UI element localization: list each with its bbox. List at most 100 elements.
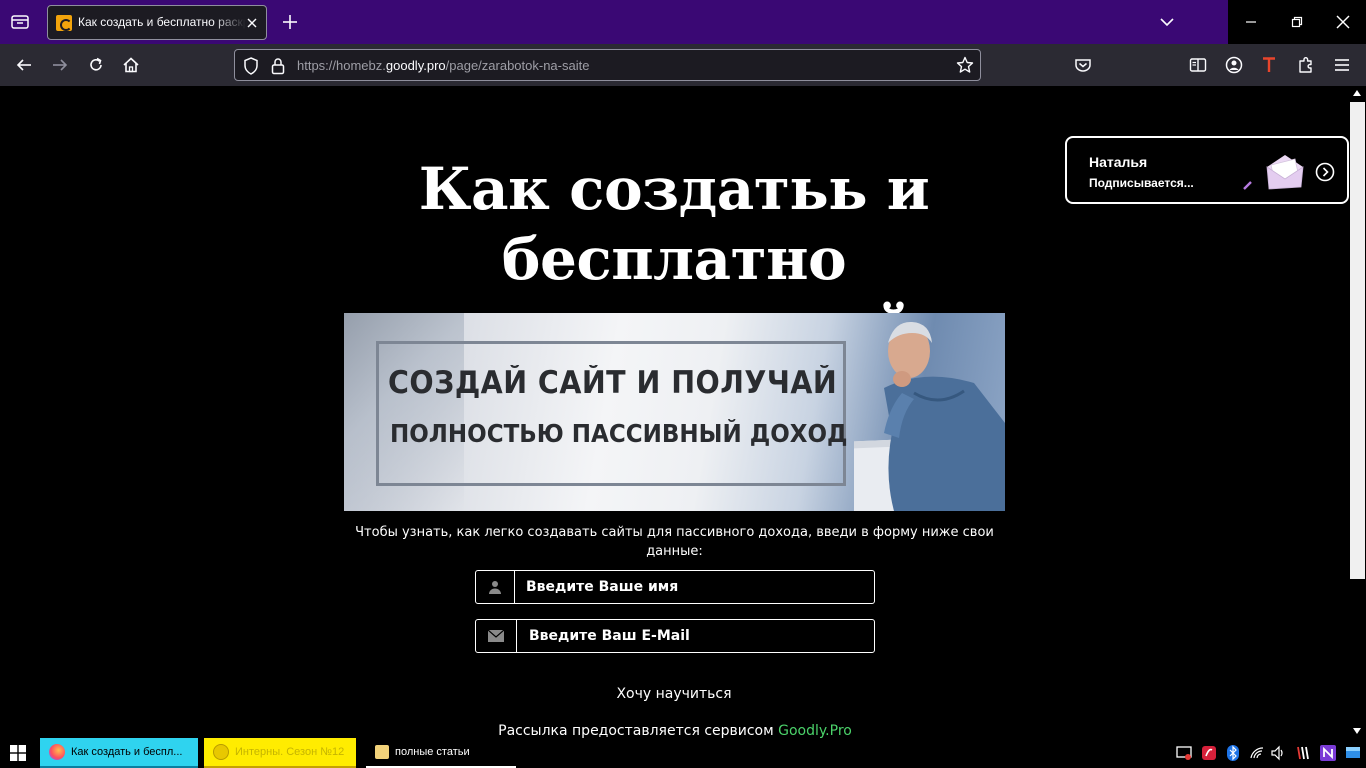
taskbar-item-label: Интерны. Сезон №12: [235, 746, 345, 758]
taskbar-item-label: Как создать и беспл...: [71, 746, 183, 758]
headline-line-1: Как создатьь и бесплатно: [418, 155, 930, 293]
subscriber-status: Подписывается...: [1089, 176, 1194, 190]
tab-bar: Как создать и бесплатно раскрутить сайт: [0, 0, 1366, 44]
chevron-down-icon[interactable]: [1158, 13, 1176, 31]
service-footer-text: Рассылка предоставляется сервисом: [498, 723, 779, 738]
back-arrow-icon: [16, 59, 31, 71]
close-icon: [1336, 15, 1350, 29]
hamburger-menu-icon: [1335, 59, 1349, 71]
subscriber-name: Наталья: [1089, 154, 1148, 170]
user-icon: [489, 581, 501, 594]
n-app-icon: [1320, 745, 1336, 761]
extensions-button[interactable]: [1294, 53, 1318, 77]
url-path: /page/zarabotok-na-saite: [445, 58, 590, 73]
sidebar-button[interactable]: [1186, 53, 1210, 77]
taskbar-item-folder[interactable]: полные статьи: [366, 738, 516, 768]
lock-icon[interactable]: [271, 57, 285, 75]
scroll-thumb[interactable]: [1350, 102, 1365, 579]
url-host: goodly.pro: [385, 58, 446, 73]
tray-n-app[interactable]: [1318, 743, 1338, 763]
scroll-up-icon[interactable]: [1352, 88, 1362, 98]
subscriber-notification[interactable]: Наталья Подписывается...: [1065, 136, 1349, 204]
stripes-app-icon: [1297, 746, 1309, 760]
bookmark-star-icon[interactable]: [956, 56, 974, 74]
intro-text: Чтобы узнать, как легко создавать сайты …: [355, 525, 994, 559]
tray-winrar[interactable]: [1293, 743, 1313, 763]
minimize-icon: [1246, 21, 1256, 23]
action-center-icon: [1346, 747, 1360, 758]
taskbar-item-label: полные статьи: [395, 746, 470, 758]
list-all-tabs-button[interactable]: [0, 0, 40, 44]
banner-line-2: ПОЛНОСТЬЮ ПАССИВНЫЙ ДОХОД: [390, 419, 848, 448]
tab-list-icon: [11, 15, 29, 29]
navigation-toolbar: https://homebz.goodly.pro/page/zarabotok…: [0, 44, 1366, 86]
url-prefix: https://homebz.: [297, 58, 386, 73]
address-bar[interactable]: https://homebz.goodly.pro/page/zarabotok…: [234, 49, 981, 81]
banner-frame: [376, 341, 846, 486]
puzzle-icon: [1299, 57, 1312, 73]
start-button[interactable]: [0, 738, 36, 768]
envelope-letter-icon: [1266, 155, 1304, 190]
promo-banner: СОЗДАЙ САЙТ И ПОЛУЧАЙ ПОЛНОСТЬЮ ПАССИВНЫ…: [344, 313, 1005, 511]
pocket-icon: [1075, 59, 1091, 72]
video-player-icon: [213, 744, 229, 760]
tray-icon-1[interactable]: [1174, 743, 1194, 763]
back-button[interactable]: [12, 53, 36, 77]
name-field[interactable]: Введите Ваше имя: [475, 570, 875, 604]
tray-notifications[interactable]: [1343, 743, 1363, 763]
tab-title: Как создать и бесплатно раскрутить сайт: [78, 15, 246, 29]
new-tab-icon[interactable]: [280, 12, 300, 32]
page-content: Как создатьь и бесплатно раскрутить сайт…: [0, 86, 1349, 738]
banner-line-1: СОЗДАЙ САЙТ И ПОЛУЧАЙ: [388, 365, 838, 401]
speaker-icon: [1271, 745, 1283, 761]
goodly-favicon-icon: [56, 15, 72, 31]
account-button[interactable]: [1222, 53, 1246, 77]
learn-button[interactable]: Хочу научиться: [574, 686, 774, 702]
close-tab-icon[interactable]: [244, 15, 260, 31]
tray-volume[interactable]: [1268, 743, 1288, 763]
envelope-icon-box: [476, 620, 517, 652]
windows-logo-icon: [10, 745, 26, 761]
windows-taskbar: Как создать и беспл... Интерны. Сезон №1…: [0, 738, 1366, 768]
man-with-laptop-image: [854, 321, 1005, 511]
close-window-button[interactable]: [1320, 0, 1366, 44]
pocket-button[interactable]: [1071, 53, 1095, 77]
monitor-alert-icon: [1176, 746, 1192, 760]
email-placeholder: Введите Ваш E-Mail: [529, 628, 690, 644]
pencil-icon: [1243, 181, 1252, 190]
t-extension-icon: [1263, 57, 1275, 72]
active-tab[interactable]: Как создать и бесплатно раскрутить сайт: [47, 5, 267, 40]
firefox-icon: [49, 744, 65, 760]
account-icon: [1225, 56, 1243, 74]
minimize-button[interactable]: [1228, 0, 1274, 44]
home-icon: [123, 57, 139, 73]
tray-icon-2[interactable]: [1199, 743, 1219, 763]
email-field[interactable]: Введите Ваш E-Mail: [475, 619, 875, 653]
url-text[interactable]: https://homebz.goodly.pro/page/zarabotok…: [297, 58, 589, 73]
red-app-icon: [1202, 746, 1216, 760]
envelope-icon: [488, 630, 504, 642]
page-scrollbar[interactable]: [1349, 86, 1366, 738]
scroll-down-icon[interactable]: [1352, 726, 1362, 736]
menu-button[interactable]: [1330, 53, 1354, 77]
restore-button[interactable]: [1274, 0, 1320, 44]
taskbar-item-video[interactable]: Интерны. Сезон №12: [204, 738, 356, 768]
tray-bluetooth[interactable]: [1223, 743, 1243, 763]
reload-icon: [90, 57, 102, 71]
tracking-protection-shield-icon[interactable]: [243, 57, 259, 75]
tray-wifi[interactable]: [1247, 743, 1267, 763]
goodly-link[interactable]: Goodly.Pro: [778, 723, 852, 738]
wifi-icon: [1250, 747, 1264, 759]
forward-button[interactable]: [48, 53, 72, 77]
folder-icon: [375, 745, 389, 759]
forward-arrow-icon: [53, 59, 68, 71]
chevron-right-circle-icon[interactable]: [1315, 162, 1335, 182]
bluetooth-icon: [1227, 745, 1239, 761]
taskbar-item-firefox[interactable]: Как создать и беспл...: [40, 738, 198, 768]
extension-t-button[interactable]: [1257, 53, 1281, 77]
user-icon-box: [476, 571, 515, 603]
service-footer: Рассылка предоставляется сервисом Goodly…: [440, 723, 910, 738]
reload-button[interactable]: [84, 53, 108, 77]
home-button[interactable]: [119, 53, 143, 77]
name-placeholder: Введите Ваше имя: [526, 579, 679, 595]
